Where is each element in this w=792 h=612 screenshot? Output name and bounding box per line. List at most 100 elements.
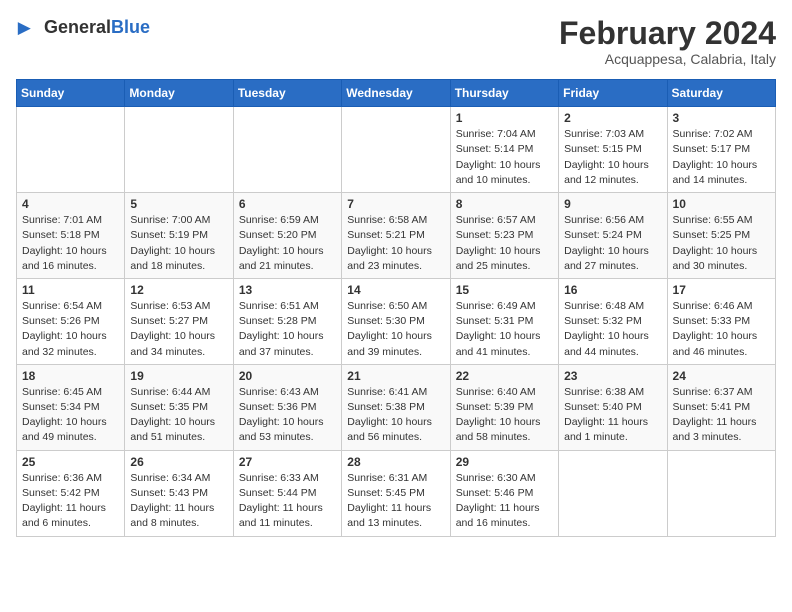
day-number: 15	[456, 283, 553, 297]
day-number: 20	[239, 369, 336, 383]
day-number: 1	[456, 111, 553, 125]
day-number: 11	[22, 283, 119, 297]
day-info: Sunrise: 7:00 AMSunset: 5:19 PMDaylight:…	[130, 213, 227, 274]
day-info: Sunrise: 7:02 AMSunset: 5:17 PMDaylight:…	[673, 127, 770, 188]
logo-general: GeneralBlue	[44, 18, 150, 38]
day-info: Sunrise: 7:03 AMSunset: 5:15 PMDaylight:…	[564, 127, 661, 188]
day-number: 4	[22, 197, 119, 211]
day-number: 14	[347, 283, 444, 297]
calendar-cell: 29Sunrise: 6:30 AMSunset: 5:46 PMDayligh…	[450, 450, 558, 536]
day-number: 24	[673, 369, 770, 383]
day-info: Sunrise: 6:34 AMSunset: 5:43 PMDaylight:…	[130, 471, 227, 532]
calendar-cell: 24 Sunrise: 6:37 AMSunset: 5:41 PMDayligh…	[667, 364, 775, 450]
day-number: 19	[130, 369, 227, 383]
day-number: 18	[22, 369, 119, 383]
day-info: Sunrise: 6:48 AMSunset: 5:32 PMDaylight:…	[564, 299, 661, 360]
day-info: Sunrise: 7:04 AMSunset: 5:14 PMDaylight:…	[456, 127, 553, 188]
day-number: 8	[456, 197, 553, 211]
day-number: 3	[673, 111, 770, 125]
calendar-cell: 20 Sunrise: 6:43 AMSunset: 5:36 PMDayligh…	[233, 364, 341, 450]
calendar-cell	[233, 107, 341, 193]
day-of-week-header: Tuesday	[233, 80, 341, 107]
day-info: Sunrise: 6:58 AMSunset: 5:21 PMDaylight:…	[347, 213, 444, 274]
day-number: 22	[456, 369, 553, 383]
day-info: Sunrise: 6:33 AMSunset: 5:44 PMDaylight:…	[239, 471, 336, 532]
logo-icon: ▶	[16, 16, 40, 40]
calendar-cell: 15 Sunrise: 6:49 AMSunset: 5:31 PMDayligh…	[450, 278, 558, 364]
calendar-cell: 28 Sunrise: 6:31 AMSunset: 5:45 PMDayligh…	[342, 450, 450, 536]
calendar-cell: 23 Sunrise: 6:38 AMSunset: 5:40 PMDayligh…	[559, 364, 667, 450]
day-number: 23	[564, 369, 661, 383]
calendar-cell: 18 Sunrise: 6:45 AMSunset: 5:34 PMDayligh…	[17, 364, 125, 450]
day-info: Sunrise: 6:43 AMSunset: 5:36 PMDaylight:…	[239, 385, 336, 446]
calendar-header-row: SundayMondayTuesdayWednesdayThursdayFrid…	[17, 80, 776, 107]
day-info: Sunrise: 6:56 AMSunset: 5:24 PMDaylight:…	[564, 213, 661, 274]
calendar-cell: 8 Sunrise: 6:57 AMSunset: 5:23 PMDaylight…	[450, 193, 558, 279]
day-number: 26	[130, 455, 227, 469]
day-info: Sunrise: 6:30 AMSunset: 5:46 PMDaylight:…	[456, 471, 553, 532]
day-info: Sunrise: 6:38 AMSunset: 5:40 PMDaylight:…	[564, 385, 661, 446]
day-of-week-header: Monday	[125, 80, 233, 107]
day-number: 25	[22, 455, 119, 469]
calendar-cell: 17Sunrise: 6:46 AMSunset: 5:33 PMDayligh…	[667, 278, 775, 364]
day-info: Sunrise: 6:46 AMSunset: 5:33 PMDaylight:…	[673, 299, 770, 360]
calendar-cell	[125, 107, 233, 193]
calendar-week-row: 1 Sunrise: 7:04 AMSunset: 5:14 PMDaylight…	[17, 107, 776, 193]
day-number: 5	[130, 197, 227, 211]
day-info: Sunrise: 6:55 AMSunset: 5:25 PMDaylight:…	[673, 213, 770, 274]
calendar-cell: 6 Sunrise: 6:59 AMSunset: 5:20 PMDaylight…	[233, 193, 341, 279]
day-info: Sunrise: 6:31 AMSunset: 5:45 PMDaylight:…	[347, 471, 444, 532]
calendar-cell: 9Sunrise: 6:56 AMSunset: 5:24 PMDaylight…	[559, 193, 667, 279]
calendar-cell	[667, 450, 775, 536]
day-info: Sunrise: 6:49 AMSunset: 5:31 PMDaylight:…	[456, 299, 553, 360]
day-number: 2	[564, 111, 661, 125]
calendar-cell: 12 Sunrise: 6:53 AMSunset: 5:27 PMDayligh…	[125, 278, 233, 364]
calendar-cell: 2 Sunrise: 7:03 AMSunset: 5:15 PMDaylight…	[559, 107, 667, 193]
day-info: Sunrise: 7:01 AMSunset: 5:18 PMDaylight:…	[22, 213, 119, 274]
day-info: Sunrise: 6:57 AMSunset: 5:23 PMDaylight:…	[456, 213, 553, 274]
calendar-week-row: 4 Sunrise: 7:01 AMSunset: 5:18 PMDaylight…	[17, 193, 776, 279]
day-info: Sunrise: 6:54 AMSunset: 5:26 PMDaylight:…	[22, 299, 119, 360]
title-area: February 2024 Acquappesa, Calabria, Ital…	[559, 16, 776, 67]
day-of-week-header: Saturday	[667, 80, 775, 107]
calendar-cell: 26 Sunrise: 6:34 AMSunset: 5:43 PMDayligh…	[125, 450, 233, 536]
calendar-cell: 22 Sunrise: 6:40 AMSunset: 5:39 PMDayligh…	[450, 364, 558, 450]
location-subtitle: Acquappesa, Calabria, Italy	[559, 51, 776, 67]
day-info: Sunrise: 6:50 AMSunset: 5:30 PMDaylight:…	[347, 299, 444, 360]
day-number: 7	[347, 197, 444, 211]
day-number: 6	[239, 197, 336, 211]
day-info: Sunrise: 6:53 AMSunset: 5:27 PMDaylight:…	[130, 299, 227, 360]
calendar-cell: 1 Sunrise: 7:04 AMSunset: 5:14 PMDaylight…	[450, 107, 558, 193]
calendar-cell: 25 Sunrise: 6:36 AMSunset: 5:42 PMDayligh…	[17, 450, 125, 536]
day-info: Sunrise: 6:37 AMSunset: 5:41 PMDaylight:…	[673, 385, 770, 446]
calendar-cell: 19 Sunrise: 6:44 AMSunset: 5:35 PMDayligh…	[125, 364, 233, 450]
day-of-week-header: Friday	[559, 80, 667, 107]
day-number: 10	[673, 197, 770, 211]
calendar-cell: 16Sunrise: 6:48 AMSunset: 5:32 PMDayligh…	[559, 278, 667, 364]
calendar-week-row: 25 Sunrise: 6:36 AMSunset: 5:42 PMDayligh…	[17, 450, 776, 536]
day-info: Sunrise: 6:59 AMSunset: 5:20 PMDaylight:…	[239, 213, 336, 274]
calendar-cell: 4 Sunrise: 7:01 AMSunset: 5:18 PMDaylight…	[17, 193, 125, 279]
calendar-cell: 21Sunrise: 6:41 AMSunset: 5:38 PMDayligh…	[342, 364, 450, 450]
calendar-cell: 14 Sunrise: 6:50 AMSunset: 5:30 PMDayligh…	[342, 278, 450, 364]
day-of-week-header: Sunday	[17, 80, 125, 107]
calendar-week-row: 18 Sunrise: 6:45 AMSunset: 5:34 PMDayligh…	[17, 364, 776, 450]
day-number: 27	[239, 455, 336, 469]
calendar-cell: 10 Sunrise: 6:55 AMSunset: 5:25 PMDayligh…	[667, 193, 775, 279]
calendar-body: 1 Sunrise: 7:04 AMSunset: 5:14 PMDaylight…	[17, 107, 776, 536]
day-of-week-header: Thursday	[450, 80, 558, 107]
day-number: 12	[130, 283, 227, 297]
day-number: 28	[347, 455, 444, 469]
day-info: Sunrise: 6:45 AMSunset: 5:34 PMDaylight:…	[22, 385, 119, 446]
calendar-cell: 27 Sunrise: 6:33 AMSunset: 5:44 PMDayligh…	[233, 450, 341, 536]
calendar-cell: 3 Sunrise: 7:02 AMSunset: 5:17 PMDaylight…	[667, 107, 775, 193]
calendar-cell: 11 Sunrise: 6:54 AMSunset: 5:26 PMDayligh…	[17, 278, 125, 364]
calendar-cell	[559, 450, 667, 536]
calendar-cell: 13Sunrise: 6:51 AMSunset: 5:28 PMDayligh…	[233, 278, 341, 364]
calendar-cell	[17, 107, 125, 193]
page-header: ▶ GeneralBlue February 2024 Acquappesa, …	[16, 16, 776, 67]
day-info: Sunrise: 6:44 AMSunset: 5:35 PMDaylight:…	[130, 385, 227, 446]
day-info: Sunrise: 6:40 AMSunset: 5:39 PMDaylight:…	[456, 385, 553, 446]
calendar-cell: 5 Sunrise: 7:00 AMSunset: 5:19 PMDaylight…	[125, 193, 233, 279]
day-info: Sunrise: 6:36 AMSunset: 5:42 PMDaylight:…	[22, 471, 119, 532]
